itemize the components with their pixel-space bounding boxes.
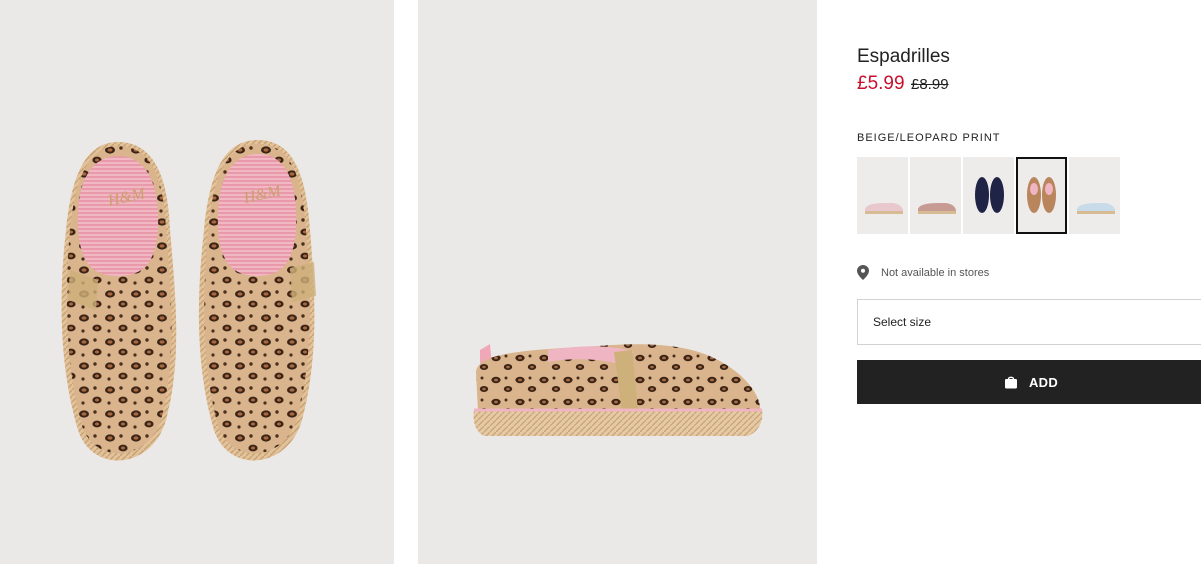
size-select[interactable]: Select size <box>857 299 1201 345</box>
size-select-placeholder: Select size <box>873 315 932 329</box>
espadrille-pair-thumbnail-icon <box>975 177 1004 213</box>
add-button-label: ADD <box>1028 374 1059 390</box>
add-to-bag-button[interactable]: ADD <box>857 360 1201 404</box>
espadrille-pair-thumbnail-icon <box>1027 177 1056 213</box>
color-swatch-selected[interactable] <box>1016 157 1067 234</box>
store-availability: Not available in stores <box>857 265 989 280</box>
espadrille-thumbnail-icon <box>865 203 903 214</box>
product-image-side-view[interactable] <box>418 0 817 564</box>
espadrille-side-illustration <box>473 344 763 436</box>
color-swatch[interactable] <box>1069 157 1120 234</box>
shopping-bag-icon <box>1004 376 1017 389</box>
original-price: £8.99 <box>911 76 949 93</box>
product-detail-panel: Espadrilles £5.99 £8.99 BEIGE/LEOPARD PR… <box>857 0 1201 564</box>
price-row: £5.99 £8.99 <box>857 73 949 95</box>
product-title: Espadrilles <box>857 46 950 67</box>
color-swatch-list <box>857 157 1120 234</box>
color-swatch[interactable] <box>910 157 961 234</box>
location-pin-icon <box>857 265 869 280</box>
product-image-top-view[interactable]: H&M H&M <box>0 0 394 564</box>
color-swatch[interactable] <box>857 157 908 234</box>
espadrille-pair-illustration: H&M H&M <box>61 140 316 461</box>
sale-price: £5.99 <box>857 73 905 94</box>
espadrille-thumbnail-icon <box>1077 203 1115 214</box>
espadrille-thumbnail-icon <box>918 203 956 214</box>
color-swatch[interactable] <box>963 157 1014 234</box>
selected-color-name: BEIGE/LEOPARD PRINT <box>857 132 1001 144</box>
store-availability-text: Not available in stores <box>881 266 990 279</box>
